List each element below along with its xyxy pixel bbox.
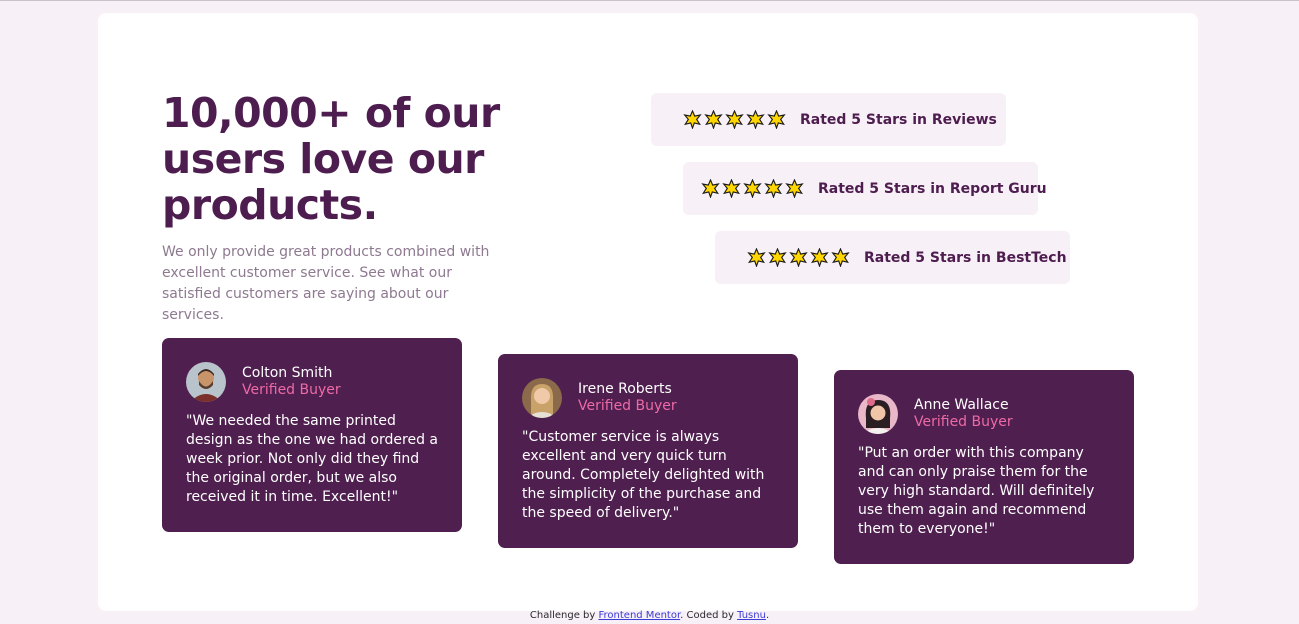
testimonial-card: Colton Smith Verified Buyer "We needed t… [162, 338, 462, 532]
star-icon [725, 110, 744, 129]
star-icon [767, 110, 786, 129]
star-icon [810, 248, 829, 267]
footer-suffix: . [765, 610, 770, 621]
testimonial-card: Irene Roberts Verified Buyer "Customer s… [498, 354, 798, 548]
star-icon [746, 110, 765, 129]
star-icon [785, 179, 804, 198]
star-icon [704, 110, 723, 129]
testimonial-quote: "Customer service is always excellent an… [522, 429, 765, 521]
rating-besttech: Rated 5 Stars in BestTech [715, 231, 1070, 284]
testimonial-header: Colton Smith Verified Buyer [186, 362, 438, 402]
star-icon [789, 248, 808, 267]
rating-report-guru: Rated 5 Stars in Report Guru [683, 162, 1047, 215]
star-icon [764, 179, 783, 198]
reviewer-name: Anne Wallace [914, 397, 1009, 413]
reviewer-role: Verified Buyer [578, 398, 677, 414]
attribution-footer: Challenge by Frontend Mentor. Coded by T… [0, 610, 1299, 621]
reviewer-name: Colton Smith [242, 365, 333, 381]
star-group [747, 248, 850, 267]
testimonial-header: Irene Roberts Verified Buyer [522, 378, 774, 418]
star-icon [831, 248, 850, 267]
testimonial-card: Anne Wallace Verified Buyer "Put an orde… [834, 370, 1134, 564]
reviewer-role: Verified Buyer [242, 382, 341, 398]
reviewer-name: Irene Roberts [578, 381, 672, 397]
star-icon [743, 179, 762, 198]
star-group [683, 110, 786, 129]
avatar [186, 362, 226, 402]
star-group [701, 179, 804, 198]
rating-label: Rated 5 Stars in Reviews [800, 111, 997, 128]
avatar [858, 394, 898, 434]
top-border [0, 0, 1299, 1]
rating-label: Rated 5 Stars in Report Guru [818, 180, 1047, 197]
testimonial-header: Anne Wallace Verified Buyer [858, 394, 1110, 434]
frontend-mentor-link[interactable]: Frontend Mentor [599, 610, 681, 621]
author-link[interactable]: Tusnu [737, 610, 766, 621]
testimonial-quote: "We needed the same printed design as th… [186, 413, 438, 505]
rating-label: Rated 5 Stars in BestTech [864, 249, 1067, 266]
rating-reviews: Rated 5 Stars in Reviews [651, 93, 1006, 146]
star-icon [747, 248, 766, 267]
reviewer-role: Verified Buyer [914, 414, 1013, 430]
page-title: 10,000+ of our users love our products. [162, 89, 500, 229]
avatar [522, 378, 562, 418]
star-icon [722, 179, 741, 198]
footer-middle: . Coded by [680, 610, 738, 621]
star-icon [768, 248, 787, 267]
star-icon [701, 179, 720, 198]
star-icon [683, 110, 702, 129]
intro-text: We only provide great products combined … [162, 244, 490, 323]
testimonial-quote: "Put an order with this company and can … [858, 445, 1095, 537]
footer-prefix: Challenge by [529, 610, 599, 621]
